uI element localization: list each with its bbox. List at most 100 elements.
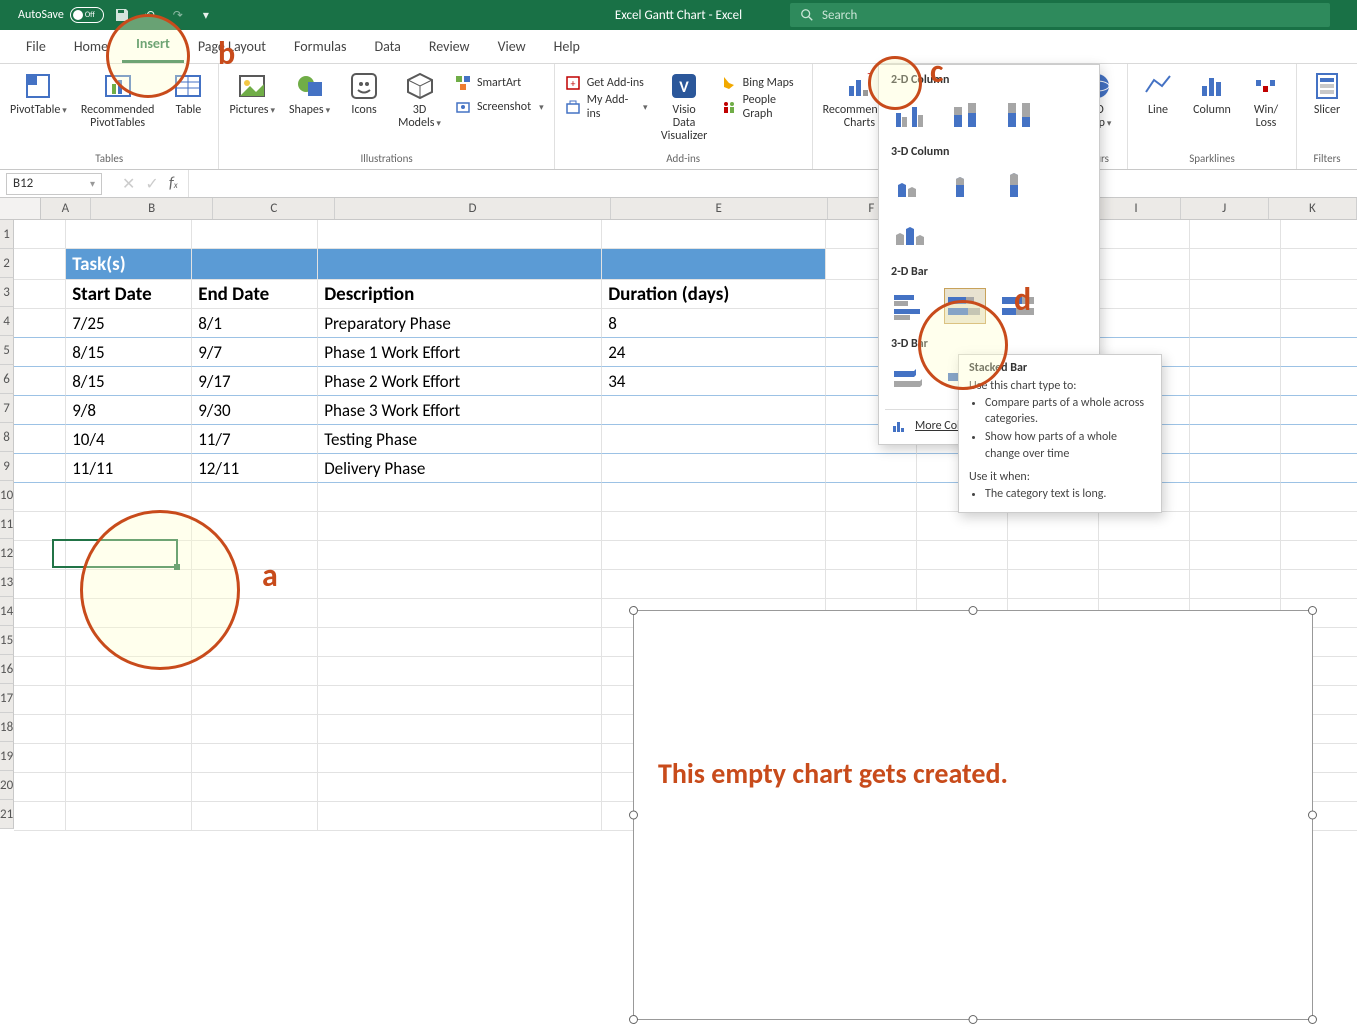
cell[interactable] [192,483,318,512]
3d-stacked-column-option[interactable] [945,169,985,203]
pictures-button[interactable]: Pictures [225,68,279,119]
cell[interactable] [14,686,66,715]
row-header-3[interactable]: 3 [0,278,14,307]
cell[interactable] [14,773,66,802]
shapes-button[interactable]: Shapes [285,68,334,119]
save-icon[interactable] [112,5,132,25]
cell[interactable] [1099,220,1190,249]
cell[interactable]: 8 [602,309,826,338]
cell[interactable] [1099,570,1190,599]
cell[interactable] [826,483,917,512]
cell[interactable] [14,483,66,512]
row-header-14[interactable]: 14 [0,597,14,626]
row-header-21[interactable]: 21 [0,800,14,829]
empty-chart-object[interactable] [633,610,1313,1020]
cell[interactable] [602,570,826,599]
cell[interactable]: Preparatory Phase [318,309,602,338]
cell[interactable] [14,628,66,657]
cell[interactable] [14,570,66,599]
cell[interactable]: 11/7 [192,425,318,454]
cell[interactable] [66,773,192,802]
column-header-K[interactable]: K [1269,198,1357,219]
cell[interactable] [192,657,318,686]
cell[interactable] [318,541,602,570]
cell[interactable] [192,802,318,831]
row-header-19[interactable]: 19 [0,742,14,771]
100-stacked-bar-option[interactable] [999,289,1039,323]
cell[interactable] [1281,309,1357,338]
cell[interactable] [14,220,66,249]
3d-clustered-column-option[interactable] [891,169,931,203]
column-header-B[interactable]: B [91,198,213,219]
column-header-E[interactable]: E [611,198,828,219]
cell[interactable] [14,744,66,773]
cell[interactable] [1190,249,1281,280]
cell[interactable] [14,396,66,425]
cell[interactable] [1281,570,1357,599]
cell[interactable] [192,570,318,599]
cell[interactable] [602,220,826,249]
cell[interactable] [192,744,318,773]
cell[interactable] [66,657,192,686]
row-header-13[interactable]: 13 [0,568,14,597]
stacked-bar-option[interactable] [945,289,985,323]
column-header-I[interactable]: I [1092,198,1180,219]
cell[interactable] [1099,249,1190,280]
formula-input[interactable] [189,170,1357,197]
search-input[interactable]: Search [790,3,1330,27]
row-header-10[interactable]: 10 [0,481,14,510]
cell[interactable] [1281,483,1357,512]
cell[interactable] [192,628,318,657]
cell[interactable]: Duration (days) [602,280,826,309]
tab-page-layout[interactable]: Page Layout [184,32,280,63]
cell[interactable] [192,686,318,715]
clustered-column-option[interactable] [891,97,931,131]
column-header-D[interactable]: D [335,198,610,219]
cell[interactable] [1190,367,1281,396]
cell[interactable] [66,686,192,715]
tab-data[interactable]: Data [360,32,414,63]
cell[interactable] [318,220,602,249]
cell[interactable]: 9/17 [192,367,318,396]
cell[interactable] [318,657,602,686]
cell[interactable]: 8/1 [192,309,318,338]
cell[interactable]: Phase 1 Work Effort [318,338,602,367]
cell[interactable] [192,249,318,280]
cell[interactable] [14,802,66,831]
fx-icon[interactable]: fx [169,174,178,193]
cell[interactable] [1099,541,1190,570]
cell[interactable] [66,802,192,831]
get-addins-button[interactable]: +Get Add-ins [561,72,652,94]
sparkline-line-button[interactable]: Line [1134,68,1182,119]
cell[interactable] [192,715,318,744]
cell[interactable] [66,570,192,599]
3d-100-stacked-column-option[interactable] [999,169,1039,203]
cell[interactable]: Testing Phase [318,425,602,454]
select-all-corner[interactable] [0,198,41,219]
cell[interactable] [1190,512,1281,541]
bing-maps-button[interactable]: Bing Maps [717,72,806,94]
cell[interactable] [917,512,1008,541]
row-header-11[interactable]: 11 [0,510,14,539]
cell[interactable] [66,512,192,541]
cell[interactable]: 11/11 [66,454,192,483]
cell[interactable] [14,715,66,744]
cell[interactable] [602,512,826,541]
cell[interactable] [826,570,917,599]
row-header-17[interactable]: 17 [0,684,14,713]
cell[interactable] [1281,338,1357,367]
cell[interactable] [1099,512,1190,541]
recommended-pivottables-button[interactable]: Recommended PivotTables [77,68,159,132]
cell[interactable] [1190,541,1281,570]
row-header-1[interactable]: 1 [0,220,14,249]
row-header-4[interactable]: 4 [0,307,14,336]
cell[interactable] [1008,541,1099,570]
tab-insert[interactable]: Insert [122,29,184,63]
cell[interactable] [14,309,66,338]
cell[interactable] [602,541,826,570]
tab-file[interactable]: File [12,32,60,63]
my-addins-button[interactable]: My Add-ins [561,96,652,118]
cell[interactable] [1281,367,1357,396]
stacked-column-option[interactable] [945,97,985,131]
cell[interactable] [14,512,66,541]
